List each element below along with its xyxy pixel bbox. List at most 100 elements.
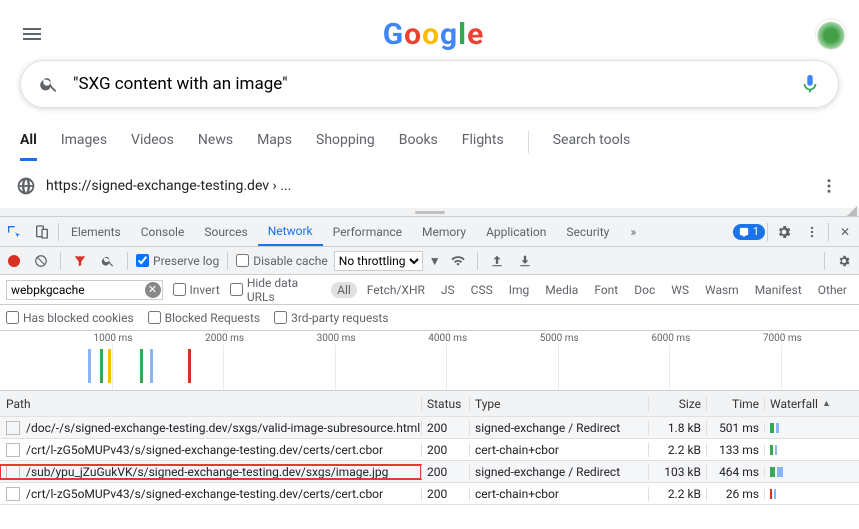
google-logo[interactable]: Google: [52, 17, 815, 52]
type-filter-wasm[interactable]: Wasm: [699, 282, 745, 298]
panel-tab-security[interactable]: Security: [556, 217, 619, 246]
table-row[interactable]: /crt/l-zG5oMUPv43/s/signed-exchange-test…: [0, 483, 859, 505]
search-icon[interactable]: [97, 250, 119, 272]
type-filter-ws[interactable]: WS: [665, 282, 695, 298]
cell-size: 2.2 kB: [648, 443, 706, 457]
tab-maps[interactable]: Maps: [257, 122, 292, 161]
search-box[interactable]: [20, 60, 839, 108]
table-row[interactable]: /crt/l-zG5oMUPv43/s/signed-exchange-test…: [0, 439, 859, 461]
settings-gear-icon[interactable]: [833, 250, 855, 272]
panel-tab-performance[interactable]: Performance: [323, 217, 412, 246]
panel-tab-console[interactable]: Console: [131, 217, 195, 246]
overview-tick: 1000 ms: [94, 333, 133, 344]
panel-tab-elements[interactable]: Elements: [61, 217, 131, 246]
clear-filter-icon[interactable]: ✕: [145, 282, 161, 298]
device-toolbar-icon[interactable]: [28, 217, 56, 246]
col-path[interactable]: Path: [0, 397, 421, 411]
col-status[interactable]: Status: [421, 397, 469, 411]
result-url[interactable]: https://signed-exchange-testing.dev › ..…: [46, 178, 291, 194]
tab-images[interactable]: Images: [61, 122, 107, 161]
blocked-cookies-checkbox[interactable]: Has blocked cookies: [6, 311, 134, 325]
search-icon: [37, 72, 61, 96]
col-type[interactable]: Type: [469, 397, 648, 411]
col-size[interactable]: Size: [648, 397, 706, 411]
voice-search-icon[interactable]: [798, 72, 822, 96]
preserve-log-checkbox[interactable]: Preserve log: [136, 254, 219, 268]
type-filter-js[interactable]: JS: [435, 282, 461, 298]
hamburger-menu-icon[interactable]: [12, 14, 52, 54]
tab-flights[interactable]: Flights: [462, 122, 504, 161]
col-waterfall[interactable]: Waterfall▲: [764, 397, 829, 411]
search-input[interactable]: [61, 74, 798, 94]
panel-tab-sources[interactable]: Sources: [194, 217, 257, 246]
disable-cache-checkbox[interactable]: Disable cache: [236, 254, 328, 268]
file-icon: [6, 487, 20, 501]
issues-badge[interactable]: 1: [733, 224, 765, 240]
request-path: /doc/-/s/signed-exchange-testing.dev/sxg…: [26, 421, 420, 435]
overview-tick: 5000 ms: [540, 333, 579, 344]
panel-tab-application[interactable]: Application: [476, 217, 556, 246]
type-filter-media[interactable]: Media: [539, 282, 584, 298]
file-icon: [6, 421, 20, 435]
more-panels-icon[interactable]: »: [619, 217, 647, 246]
type-filter-all[interactable]: All: [331, 282, 357, 298]
download-har-icon[interactable]: [514, 250, 536, 272]
more-vert-icon[interactable]: [798, 217, 826, 246]
tab-books[interactable]: Books: [399, 122, 438, 161]
network-overview[interactable]: 1000 ms2000 ms3000 ms4000 ms5000 ms6000 …: [0, 331, 859, 391]
network-conditions-icon[interactable]: [447, 250, 469, 272]
type-filter-fetchxhr[interactable]: Fetch/XHR: [361, 282, 431, 298]
type-filter-img[interactable]: Img: [503, 282, 536, 298]
cell-status: 200: [421, 443, 469, 457]
search-tabs: All Images Videos News Maps Shopping Books Flig…: [12, 114, 847, 162]
table-row[interactable]: /sub/ypu_jZuGukVK/s/signed-exchange-test…: [0, 461, 859, 483]
type-filter-font[interactable]: Font: [588, 282, 624, 298]
blocked-requests-checkbox[interactable]: Blocked Requests: [148, 311, 260, 325]
globe-icon: [16, 176, 36, 196]
record-button[interactable]: [8, 255, 20, 267]
type-filter-doc[interactable]: Doc: [628, 282, 661, 298]
tab-videos[interactable]: Videos: [131, 122, 174, 161]
file-icon: [6, 465, 20, 479]
file-icon: [6, 443, 20, 457]
throttling-select[interactable]: No throttling: [334, 251, 423, 271]
devtools-drag-handle[interactable]: [0, 208, 859, 216]
third-party-checkbox[interactable]: 3rd-party requests: [274, 311, 388, 325]
cell-size: 103 kB: [648, 465, 706, 479]
waterfall-cell: [764, 467, 829, 477]
tab-all[interactable]: All: [20, 122, 37, 161]
request-path: /crt/l-zG5oMUPv43/s/signed-exchange-test…: [26, 487, 383, 501]
tab-shopping[interactable]: Shopping: [316, 122, 375, 161]
table-row[interactable]: /doc/-/s/signed-exchange-testing.dev/sxg…: [0, 417, 859, 439]
filter-icon[interactable]: [69, 250, 91, 272]
network-filter-input[interactable]: ✕: [6, 280, 163, 300]
waterfall-cell: [764, 423, 829, 433]
cell-size: 2.2 kB: [648, 487, 706, 501]
invert-checkbox[interactable]: Invert: [173, 283, 220, 297]
type-filter-css[interactable]: CSS: [465, 282, 499, 298]
panel-tab-memory[interactable]: Memory: [412, 217, 476, 246]
settings-gear-icon[interactable]: [770, 217, 798, 246]
hide-data-urls-checkbox[interactable]: Hide data URLs: [230, 276, 321, 304]
avatar[interactable]: [815, 18, 847, 50]
more-vert-icon[interactable]: [815, 172, 843, 200]
request-path: /crt/l-zG5oMUPv43/s/signed-exchange-test…: [26, 443, 383, 457]
cell-status: 200: [421, 421, 469, 435]
cell-type: signed-exchange / Redirect: [469, 465, 648, 479]
type-filter-other[interactable]: Other: [812, 282, 853, 298]
close-icon[interactable]: ✕: [831, 217, 859, 246]
panel-tab-network[interactable]: Network: [258, 217, 323, 246]
search-tools-button[interactable]: Search tools: [553, 122, 631, 161]
cell-status: 200: [421, 465, 469, 479]
overview-tick: 3000 ms: [317, 333, 356, 344]
cell-size: 1.8 kB: [648, 421, 706, 435]
type-filter-manifest[interactable]: Manifest: [749, 282, 808, 298]
tab-news[interactable]: News: [198, 122, 233, 161]
clear-icon[interactable]: [30, 250, 52, 272]
cell-time: 26 ms: [706, 487, 764, 501]
cell-status: 200: [421, 487, 469, 501]
col-time[interactable]: Time: [706, 397, 764, 411]
inspect-element-icon[interactable]: [0, 217, 28, 246]
upload-har-icon[interactable]: [486, 250, 508, 272]
cell-type: signed-exchange / Redirect: [469, 421, 648, 435]
